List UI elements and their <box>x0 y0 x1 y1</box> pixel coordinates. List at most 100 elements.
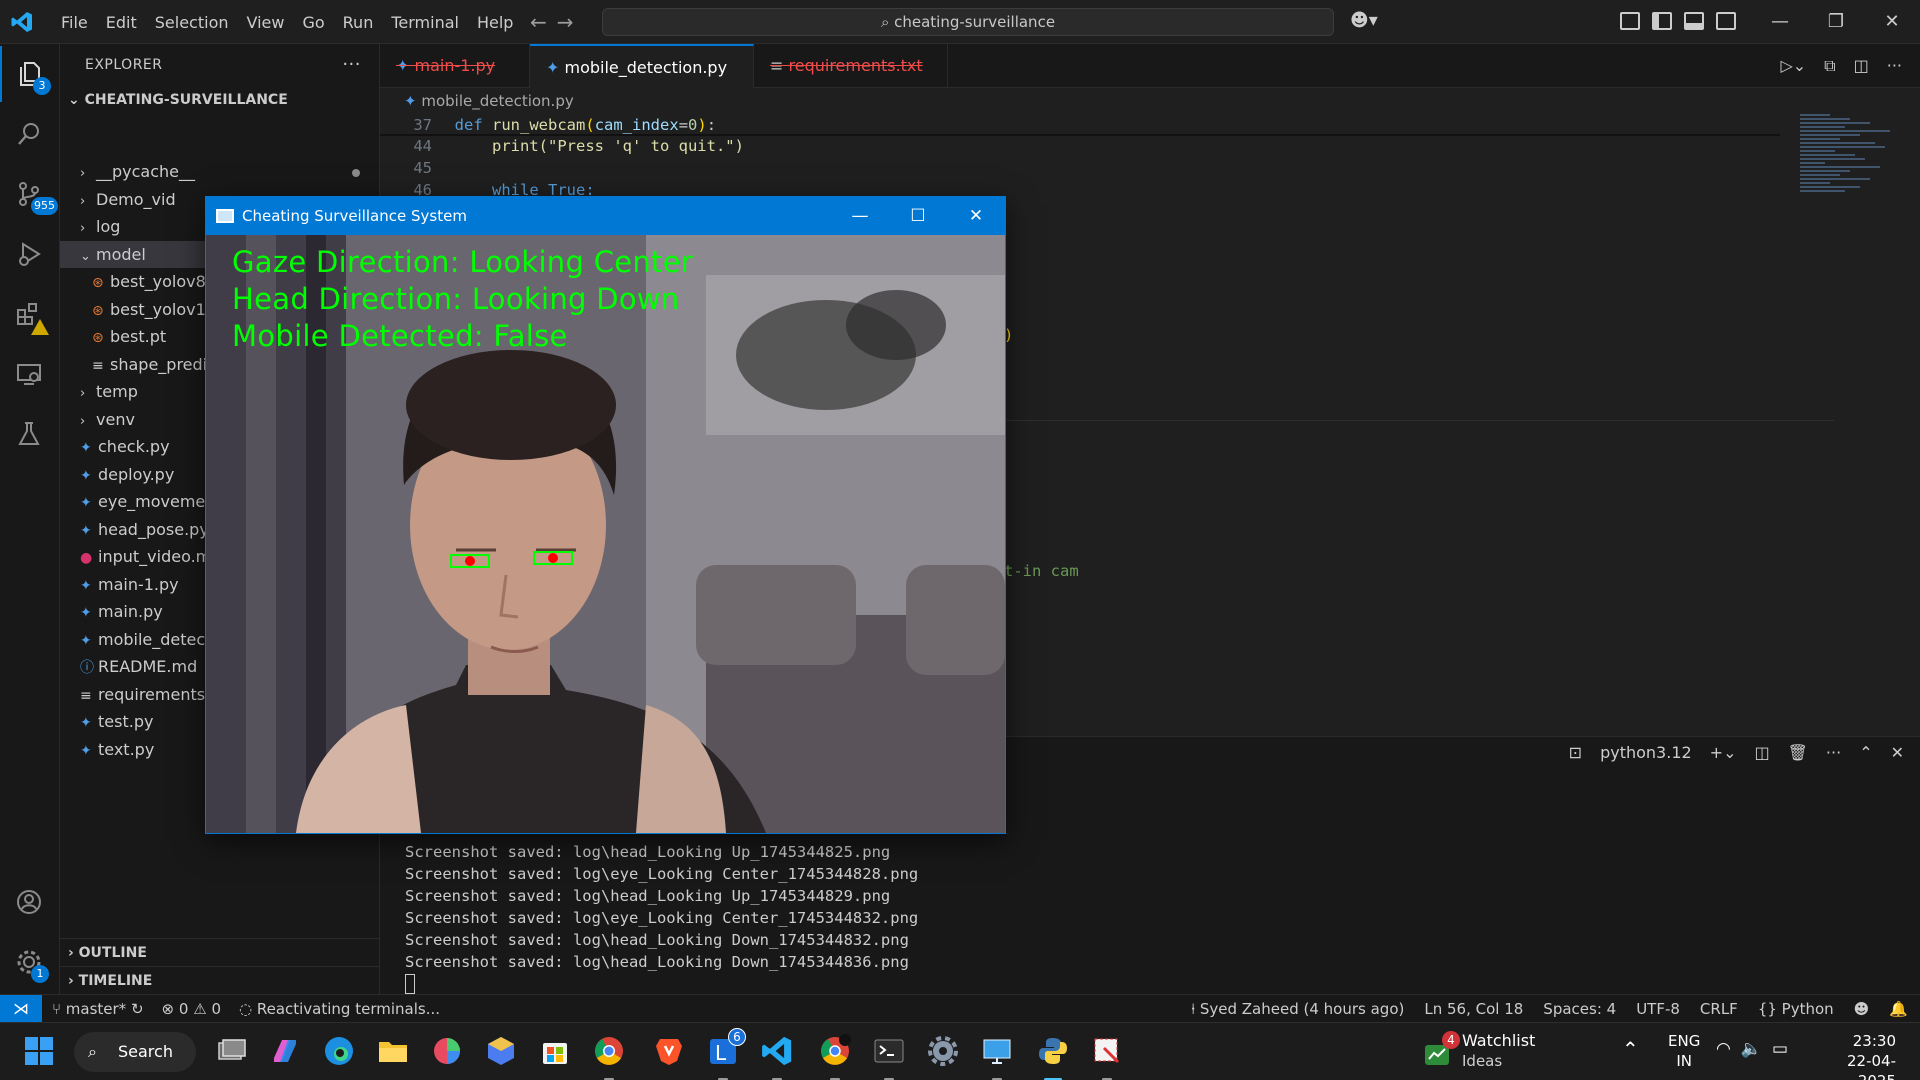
minimap[interactable] <box>1800 112 1900 252</box>
tab-mobile-detection[interactable]: ✦ mobile_detection.py <box>530 44 754 117</box>
remote-indicator-icon[interactable]: ⋊ <box>0 995 42 1023</box>
snipping-tool-icon[interactable] <box>1090 1034 1124 1080</box>
close-icon[interactable]: ✕ <box>1864 0 1920 44</box>
menu-run[interactable]: Run <box>334 13 383 32</box>
split-editor-icon[interactable]: ◫ <box>1854 56 1869 76</box>
menu-file[interactable]: File <box>52 13 97 32</box>
chrome-browser-icon[interactable] <box>592 1034 626 1080</box>
remote-desktop-icon[interactable] <box>980 1034 1014 1080</box>
activity-extensions[interactable] <box>0 286 60 342</box>
menu-view[interactable]: View <box>238 13 294 32</box>
activity-run-debug[interactable] <box>0 226 60 282</box>
activity-testing[interactable] <box>0 406 60 462</box>
copilot-status-icon[interactable]: ☻ <box>1854 995 1870 1023</box>
input-language[interactable]: ENG IN <box>1668 1031 1700 1071</box>
file-explorer-icon[interactable] <box>376 1034 410 1068</box>
new-terminal-icon[interactable]: +⌄ <box>1710 743 1737 762</box>
taskbar-search[interactable]: ⌕ Search <box>74 1032 196 1072</box>
activity-remote-explorer[interactable] <box>0 346 60 402</box>
search-icon: ⌕ <box>880 13 895 31</box>
menu-edit[interactable]: Edit <box>97 13 146 32</box>
encoding[interactable]: UTF-8 <box>1636 995 1680 1023</box>
python-app-icon[interactable] <box>1036 1034 1070 1080</box>
close-panel-icon[interactable]: ✕ <box>1891 743 1904 762</box>
toggle-secondary-sidebar-icon[interactable] <box>1716 12 1736 30</box>
activity-explorer[interactable]: 3 <box>0 46 60 102</box>
commit-icon: ⍿ <box>1191 1000 1200 1018</box>
code-line[interactable]: 45 <box>380 157 492 179</box>
menu-terminal[interactable]: Terminal <box>382 13 468 32</box>
more-actions-icon[interactable]: ··· <box>342 44 361 86</box>
command-center-search[interactable]: ⌕ cheating-surveillance <box>602 8 1334 36</box>
more-actions-icon[interactable]: ··· <box>1826 743 1841 762</box>
forward-arrow-icon[interactable]: → <box>557 10 584 34</box>
tree-item-label: venv <box>96 409 135 429</box>
color-picker-app-icon[interactable] <box>430 1034 464 1068</box>
notifications-icon[interactable]: 🔔 <box>1889 995 1908 1023</box>
brave-browser-icon[interactable] <box>652 1034 686 1068</box>
menu-selection[interactable]: Selection <box>146 13 238 32</box>
back-arrow-icon[interactable]: ← <box>530 10 557 34</box>
clock[interactable]: 23:30 22-04-2025 <box>1816 1031 1896 1080</box>
activity-manage[interactable]: 1 <box>0 934 60 990</box>
outline-section[interactable]: › OUTLINE <box>60 938 380 966</box>
edge-browser-icon[interactable] <box>322 1034 356 1068</box>
maximize-icon[interactable]: ☐ <box>889 197 947 235</box>
activity-search[interactable] <box>0 106 60 162</box>
tab-label: requirements.txt <box>788 56 923 75</box>
breadcrumb[interactable]: ✦ mobile_detection.py <box>404 92 574 110</box>
start-button[interactable] <box>22 1034 56 1068</box>
menu-go[interactable]: Go <box>293 13 333 32</box>
sticky-scroll-line[interactable]: 37 def run_webcam(cam_index=0): <box>380 114 1780 136</box>
tab-requirements[interactable]: ≡ requirements.txt <box>754 44 948 115</box>
more-actions-icon[interactable]: ··· <box>1887 56 1902 76</box>
window-title-bar[interactable]: Cheating Surveillance System — ☐ ✕ <box>206 197 1005 235</box>
branch-indicator[interactable]: ⑂ master* ↻ <box>52 995 144 1023</box>
git-blame[interactable]: ⍿ Syed Zaheed (4 hours ago) <box>1191 995 1404 1023</box>
activity-accounts[interactable] <box>0 874 60 930</box>
language-mode[interactable]: {} Python <box>1758 995 1834 1023</box>
problems-indicator[interactable]: ⊗ 0 ⚠ 0 <box>162 995 221 1023</box>
app-cube-icon[interactable] <box>484 1034 518 1068</box>
minimize-icon[interactable]: — <box>831 197 889 235</box>
tab-main-1[interactable]: ✦ main-1.py <box>380 44 530 115</box>
nav-arrows: ←→ <box>530 10 584 34</box>
open-changes-icon[interactable]: ⧉ <box>1824 56 1835 76</box>
settings-app-icon[interactable] <box>926 1034 960 1068</box>
maximize-panel-icon[interactable]: ⌃ <box>1859 743 1872 762</box>
line-ending[interactable]: CRLF <box>1700 995 1738 1023</box>
vscode-taskbar-icon[interactable] <box>760 1034 794 1080</box>
task-status[interactable]: ◌ Reactivating terminals... <box>239 995 440 1023</box>
project-section[interactable]: ⌄ CHEATING-SURVEILLANCE <box>60 86 379 114</box>
clock-time: 23:30 <box>1852 1032 1896 1050</box>
close-icon[interactable]: ✕ <box>947 197 1005 235</box>
split-terminal-icon[interactable]: ◫ <box>1754 743 1769 762</box>
outlook-app-icon[interactable]: L6 <box>706 1028 746 1080</box>
menu-help[interactable]: Help <box>468 13 522 32</box>
copilot-app-icon[interactable] <box>268 1034 302 1068</box>
terminal-name[interactable]: python3.12 <box>1600 743 1692 762</box>
terminal-app-icon[interactable] <box>872 1034 906 1080</box>
cursor-position[interactable]: Ln 56, Col 18 <box>1424 995 1523 1023</box>
run-icon[interactable]: ▷⌄ <box>1780 56 1806 76</box>
activity-source-control[interactable]: 955 <box>0 166 60 222</box>
copilot-icon[interactable]: ☻▾ <box>1350 10 1378 31</box>
customize-layout-icon[interactable] <box>1620 12 1640 30</box>
indentation[interactable]: Spaces: 4 <box>1543 995 1616 1023</box>
line-number: 45 <box>413 159 432 177</box>
timeline-section[interactable]: › TIMELINE <box>60 966 380 994</box>
task-view-icon[interactable] <box>214 1034 248 1068</box>
tree-item[interactable]: › __pycache__ <box>60 158 380 186</box>
toggle-primary-sidebar-icon[interactable] <box>1652 12 1672 30</box>
restore-icon[interactable]: ❐ <box>1808 0 1864 44</box>
show-hidden-icons[interactable]: ⌃ <box>1622 1037 1639 1061</box>
minimize-icon[interactable]: — <box>1752 0 1808 44</box>
chrome-profile-icon[interactable] <box>818 1034 852 1080</box>
trash-icon[interactable]: 🗑 <box>1788 743 1808 762</box>
toggle-panel-icon[interactable] <box>1684 12 1704 30</box>
system-tray-icons[interactable]: ◠ 🔈 ▭ <box>1716 1039 1788 1059</box>
microsoft-store-icon[interactable] <box>538 1034 572 1068</box>
cheating-surveillance-window[interactable]: Cheating Surveillance System — ☐ ✕ Gaze … <box>205 196 1006 834</box>
code-line[interactable]: 44 print("Press 'q' to quit.") <box>380 135 744 157</box>
python-file-icon: ✦ <box>80 440 92 456</box>
